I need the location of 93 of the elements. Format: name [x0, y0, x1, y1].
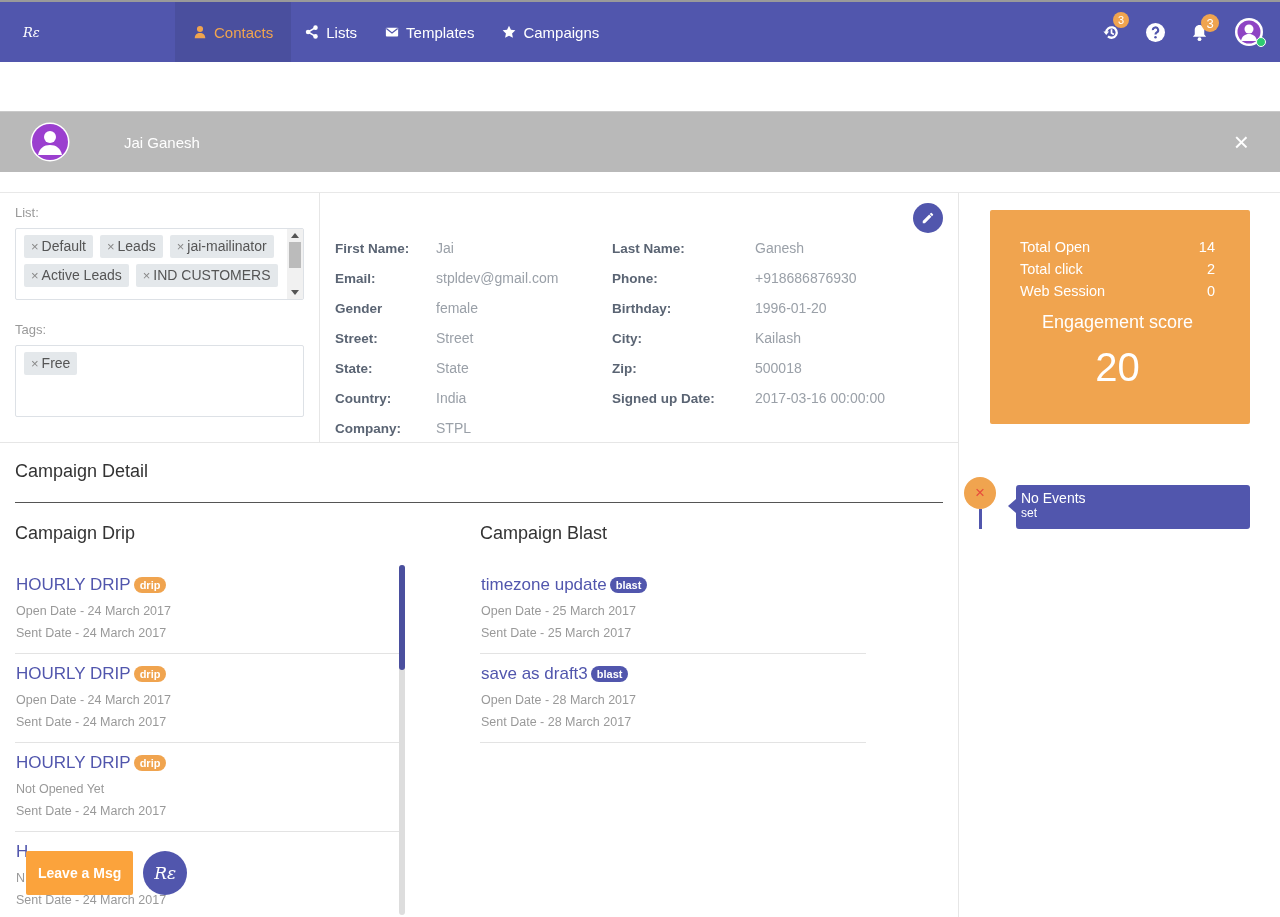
detail-value: stpldev@gmail.com — [436, 270, 559, 286]
event-subtitle: set — [1021, 506, 1038, 520]
stat-label: Total click — [1020, 260, 1083, 279]
detail-value: 500018 — [755, 360, 802, 376]
detail-value: 1996-01-20 — [755, 300, 827, 316]
campaign-tag: drip — [133, 755, 167, 771]
campaign-date: Not Opened Yet — [16, 782, 105, 796]
list-field[interactable]: × Default × Leads × jai-mailinator × Active Leads × IND CUSTOMERS — [15, 228, 304, 300]
field-label: Tags: — [15, 322, 48, 337]
score-value: 20 — [1094, 345, 1141, 390]
campaign-date: Sent Date - 28 March 2017 — [481, 714, 633, 731]
column-title: Campaign Drip — [15, 523, 137, 544]
edit-button[interactable] — [913, 203, 943, 233]
detail-value: Kailash — [755, 330, 801, 346]
event-marker: × — [964, 477, 996, 509]
help-icon[interactable] — [1146, 22, 1165, 42]
user-avatar[interactable] — [1234, 17, 1264, 47]
detail-value: Ganesh — [755, 240, 805, 256]
detail-label: Company: — [335, 420, 402, 436]
campaign-link[interactable]: timezone update — [481, 575, 607, 595]
nav-tab[interactable]: Templates — [371, 2, 489, 62]
detail-value: +918686876930 — [755, 270, 857, 286]
scrollbar[interactable] — [399, 565, 405, 915]
star-icon — [502, 25, 517, 39]
stat-label: Web Session — [1020, 282, 1106, 301]
campaign-tag: drip — [133, 577, 167, 593]
detail-label: First Name: — [335, 240, 411, 256]
share-icon — [305, 25, 320, 39]
event-title: No Events — [1021, 490, 1087, 506]
tags-field[interactable]: × Free — [15, 345, 304, 417]
campaign-date: Sent Date - 24 March 2017 — [16, 804, 167, 818]
detail-label: Phone: — [612, 270, 659, 286]
list-chip: × IND CUSTOMERS — [135, 264, 278, 287]
campaign-date: N — [16, 871, 26, 885]
nav-tab[interactable]: Contacts — [175, 2, 292, 62]
campaign-date: Open Date - 28 March 2017 — [481, 692, 637, 709]
bell-icon[interactable] — [1190, 22, 1209, 42]
envelope-icon — [385, 25, 400, 39]
logo[interactable]: Rε — [0, 2, 175, 62]
detail-label: Street: — [335, 330, 379, 346]
campaign-date: Sent Date - 25 March 2017 — [481, 625, 633, 642]
notification-badge: 3 — [1201, 14, 1219, 32]
campaign-link[interactable]: HOURLY DRIP — [16, 753, 131, 773]
list-chip: × Leads — [99, 235, 163, 258]
campaign-date: Open Date - 25 March 2017 — [481, 603, 637, 620]
campaign-tag: blast — [590, 666, 629, 682]
detail-value: Jai — [436, 240, 454, 256]
detail-label: Gender — [335, 300, 384, 316]
notification-badge: 3 — [1113, 12, 1129, 28]
column-title: Campaign Blast — [480, 523, 609, 544]
campaign-date: Open Date - 24 March 2017 — [16, 693, 171, 707]
detail-label: State: — [335, 360, 374, 376]
campaign-date: Sent Date - 24 March 2017 — [16, 893, 167, 907]
section-title: Campaign Detail — [15, 461, 943, 503]
detail-label: Signed up Date: — [612, 390, 716, 406]
campaign-date: Sent Date - 24 March 2017 — [16, 715, 167, 729]
field-label: List: — [15, 205, 40, 220]
nav-tab[interactable]: Lists — [291, 2, 372, 62]
detail-label: Zip: — [612, 360, 638, 376]
campaign-tag: drip — [133, 666, 167, 682]
list-chip: × jai-mailinator — [169, 235, 274, 258]
detail-value: STPL — [436, 420, 471, 436]
detail-value: State — [436, 360, 469, 376]
campaign-date: Open Date - 24 March 2017 — [16, 604, 171, 618]
campaign-tag: blast — [609, 577, 648, 593]
list-chip: × Default — [24, 235, 93, 258]
stat-value: 0 — [1206, 282, 1215, 301]
score-label: Engagement score — [1040, 312, 1195, 333]
campaign-link[interactable]: HOURLY DRIP — [16, 664, 131, 684]
pencil-icon — [921, 211, 935, 225]
campaign-link[interactable]: HOURLY DRIP — [16, 575, 131, 595]
stat-value: 2 — [1206, 260, 1215, 279]
detail-label: Birthday: — [612, 300, 673, 316]
detail-value: 2017-03-16 00:00:00 — [755, 390, 885, 406]
detail-label: Country: — [335, 390, 393, 406]
tag-chip: × Free — [24, 352, 78, 375]
detail-label: Email: — [335, 270, 377, 286]
contact-avatar — [30, 122, 70, 162]
chat-logo-button[interactable]: Rε — [143, 851, 188, 895]
detail-value: India — [436, 390, 467, 406]
detail-value: female — [436, 300, 479, 316]
detail-value: Street — [436, 330, 474, 346]
scrollbar[interactable] — [287, 229, 303, 299]
stat-value: 14 — [1198, 238, 1215, 257]
contact-name: Jai Ganesh — [124, 133, 200, 151]
detail-label: Last Name: — [612, 240, 686, 256]
campaign-date: Sent Date - 24 March 2017 — [16, 626, 167, 640]
nav-tab[interactable]: Campaigns — [488, 2, 614, 62]
campaign-link[interactable]: save as draft3 — [481, 664, 588, 684]
list-chip: × Active Leads — [24, 264, 129, 287]
stat-label: Total Open — [1020, 238, 1091, 257]
person-icon — [193, 25, 207, 39]
detail-label: City: — [612, 330, 643, 346]
